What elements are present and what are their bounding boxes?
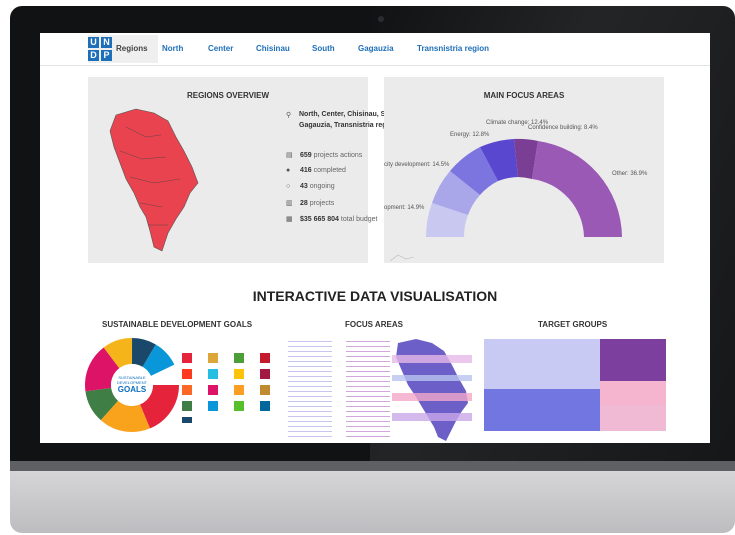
nav-chisinau[interactable]: Chisinau (256, 44, 290, 53)
camera-icon (378, 16, 384, 22)
label-development: opment: 14.9% (384, 205, 425, 211)
label-energy: Energy: 12.8% (450, 132, 490, 138)
moldova-map[interactable] (106, 107, 206, 257)
logo-letter-d: D (88, 50, 99, 61)
focus-areas-donut[interactable] (384, 77, 664, 263)
treemap-block-2[interactable] (484, 389, 600, 431)
folder-icon: ▥ (286, 200, 293, 207)
location-pin-icon: ⚲ (286, 112, 292, 119)
main-focus-areas-panel: MAIN FOCUS AREAS opment: 14.9% city deve… (384, 77, 664, 263)
slice-other[interactable] (532, 141, 622, 237)
stat-projects: ▥ 28 projects (286, 200, 335, 207)
target-groups-title: TARGET GROUPS (538, 320, 608, 329)
label-confidence-building: Confidence building: 8.4% (528, 125, 598, 131)
bank-icon: ▦ (286, 216, 293, 223)
logo-letter-u: U (88, 37, 99, 48)
undp-logo[interactable]: U N D P (88, 37, 114, 61)
nav-center[interactable]: Center (208, 44, 233, 53)
treemap-block-4[interactable] (600, 381, 666, 405)
nav-south[interactable]: South (312, 44, 335, 53)
focus-list-2[interactable] (346, 339, 390, 439)
website-screen: Regions U N D P North Center Chisinau So… (40, 33, 710, 443)
nav-transnistria[interactable]: Transnistria region (417, 44, 489, 53)
stat-total-budget: ▦ $35 665 804 total budget (286, 216, 378, 223)
sdg-icons-grid[interactable] (182, 353, 282, 423)
regions-overview-title: REGIONS OVERVIEW (186, 91, 270, 100)
treemap-block-1[interactable] (484, 339, 600, 389)
label-other: Other: 36.9% (612, 171, 648, 177)
circle-icon: ○ (286, 183, 291, 190)
stat-completed: ● 416 completed (286, 167, 346, 174)
label-city-development: city development: 14.5% (384, 162, 450, 168)
check-circle-icon: ● (286, 167, 291, 174)
focus-areas-title: FOCUS AREAS (345, 320, 403, 329)
stat-projects-actions: ▤ 659 projects actions (286, 152, 363, 159)
file-icon: ▤ (286, 152, 293, 159)
sdg-center-text: SUSTAINABLE DEVELOPMENT GOALS (116, 375, 148, 394)
focus-areas-map[interactable] (392, 337, 472, 443)
treemap-block-5[interactable] (600, 405, 666, 431)
logo-letter-p: P (101, 50, 112, 61)
top-nav: Regions U N D P North Center Chisinau So… (40, 33, 710, 66)
treemap-block-3[interactable] (600, 339, 666, 381)
logo-letter-n: N (101, 37, 112, 48)
sdg-title: SUSTAINABLE DEVELOPMENT GOALS (102, 320, 253, 329)
nav-gagauzia[interactable]: Gagauzia (358, 44, 394, 53)
nav-north[interactable]: North (162, 44, 183, 53)
monitor: Regions U N D P North Center Chisinau So… (10, 6, 735, 533)
monitor-chin-edge (10, 461, 735, 471)
regions-overview-panel: REGIONS OVERVIEW ⚲ North, Center, Chisin… (88, 77, 402, 263)
interactive-data-title: INTERACTIVE DATA VISUALISATION (252, 288, 498, 304)
monitor-chin (10, 461, 735, 533)
focus-list-1[interactable] (288, 339, 332, 439)
stat-ongoing: ○ 43 ongoing (286, 183, 335, 190)
